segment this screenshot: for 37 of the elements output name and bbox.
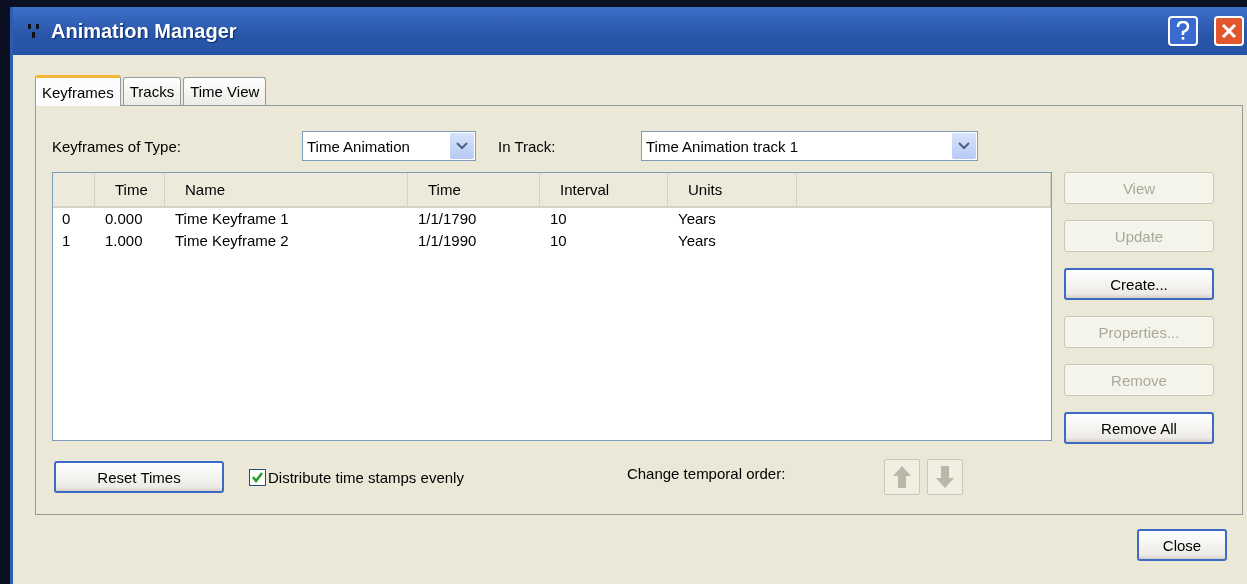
table-cell-text: 1.000 xyxy=(104,231,144,251)
button[interactable]: Remove All xyxy=(1064,412,1214,444)
close-button[interactable] xyxy=(1214,16,1244,46)
tab[interactable]: Tracks xyxy=(122,77,182,105)
dropdown[interactable]: Time Animation track 1 xyxy=(641,131,978,161)
column-header[interactable]: Interval xyxy=(540,173,668,206)
field-label: In Track: xyxy=(498,137,557,155)
order-label: Change temporal order: xyxy=(626,464,786,482)
reset-times-button[interactable]: Reset Times xyxy=(54,461,224,493)
table-cell-text: Time Keyframe 2 xyxy=(174,231,290,251)
button[interactable]: Create... xyxy=(1064,268,1214,300)
table-cell-text: 0.000 xyxy=(104,209,144,229)
table-cell-text: 1 xyxy=(61,231,72,251)
table-cell-text: 1/1/1990 xyxy=(417,231,478,251)
column-header[interactable]: Name xyxy=(165,173,408,206)
column-header[interactable]: Time xyxy=(408,173,540,206)
checkbox-label: Distribute time stamps evenly xyxy=(268,468,464,486)
app-icon xyxy=(27,23,41,39)
question-mark-icon[interactable] xyxy=(1176,21,1190,41)
close-icon[interactable] xyxy=(1221,23,1237,39)
help-button[interactable] xyxy=(1168,16,1198,46)
table-cell-text: Time Keyframe 1 xyxy=(174,209,290,229)
table-cell-text: 0 xyxy=(61,209,72,229)
tab[interactable]: Time View xyxy=(183,77,267,105)
table-cell-text: Years xyxy=(677,231,717,251)
table-cell-text: 10 xyxy=(549,231,568,251)
table-cell-text: 1/1/1790 xyxy=(417,209,478,229)
window-title: Animation Manager xyxy=(51,19,237,43)
close-dialog-button[interactable]: Close xyxy=(1137,529,1227,561)
column-header[interactable]: Units xyxy=(668,173,797,206)
field-label: Keyframes of Type: xyxy=(52,137,182,155)
tab[interactable]: Keyframes xyxy=(35,75,121,106)
table-cell-text: 10 xyxy=(549,209,568,229)
table-cell-text: Years xyxy=(677,209,717,229)
checkbox[interactable] xyxy=(249,468,266,486)
dropdown[interactable]: Time Animation xyxy=(302,131,476,161)
column-header[interactable]: Time xyxy=(95,173,165,206)
